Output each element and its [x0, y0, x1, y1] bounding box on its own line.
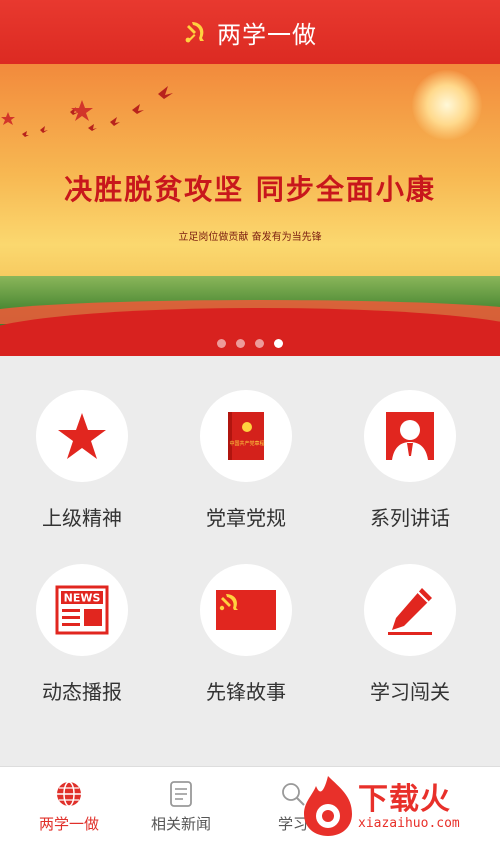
party-flag-icon: [216, 590, 276, 630]
speaker-person-icon: [386, 412, 434, 460]
carousel-dot-3[interactable]: [255, 339, 264, 348]
document-icon: [170, 781, 192, 807]
pencil-icon: [388, 588, 432, 635]
grid-item-superior-spirit[interactable]: 上级精神: [12, 390, 152, 531]
flame-logo-icon: [304, 776, 352, 836]
tab-two-studies[interactable]: 两学一做: [14, 767, 124, 834]
grid-item-series-speeches[interactable]: 系列讲话: [340, 390, 480, 531]
carousel-indicator: [0, 339, 500, 348]
page-title: 两学一做: [217, 20, 317, 49]
banner-subtitle: 立足岗位做贡献 奋发有为当先锋: [178, 232, 322, 243]
watermark-title: 下载火: [358, 782, 451, 817]
tab-related-news[interactable]: 相关新闻: [126, 767, 236, 834]
news-icon: NEWS: [55, 585, 109, 635]
grid-item-label: 党章党规: [206, 506, 286, 530]
watermark-logo: 下载火 xiazaihuo.com: [300, 772, 500, 840]
grid-item-label: 上级精神: [42, 506, 122, 530]
banner-slogan: 决胜脱贫攻坚 同步全面小康: [64, 173, 436, 206]
carousel-dot-4[interactable]: [274, 339, 283, 348]
star-icon: [58, 413, 106, 459]
grid-item-label: 先锋故事: [206, 680, 286, 704]
book-title-text: 中国共产党章程: [229, 440, 264, 447]
red-ribbon: [0, 308, 500, 356]
tab-label: 两学一做: [38, 815, 99, 833]
app-header: 两学一做: [0, 0, 500, 64]
grid-item-label: 系列讲话: [370, 506, 450, 530]
globe-icon: [57, 781, 81, 807]
watermark-url: xiazaihuo.com: [358, 816, 460, 831]
grid-item-label: 动态播报: [42, 680, 122, 704]
party-emblem-icon: [185, 22, 204, 43]
grid-item-party-constitution[interactable]: 中国共产党章程 党章党规: [176, 390, 316, 531]
party-book-icon: 中国共产党章程: [228, 412, 265, 460]
news-text: NEWS: [64, 592, 101, 605]
banner-carousel[interactable]: 决胜脱贫攻坚 同步全面小康 立足岗位做贡献 奋发有为当先锋: [0, 64, 500, 356]
carousel-dot-1[interactable]: [217, 339, 226, 348]
carousel-dot-2[interactable]: [236, 339, 245, 348]
grid-item-label: 学习闯关: [370, 680, 450, 704]
grid-item-pioneer-stories[interactable]: 先锋故事: [176, 564, 316, 705]
grid-item-news-broadcast[interactable]: NEWS 动态播报: [12, 564, 152, 705]
doves-decoration: [1, 86, 173, 137]
grid-item-study-challenge[interactable]: 学习闯关: [340, 564, 480, 705]
tab-label: 相关新闻: [150, 815, 211, 833]
